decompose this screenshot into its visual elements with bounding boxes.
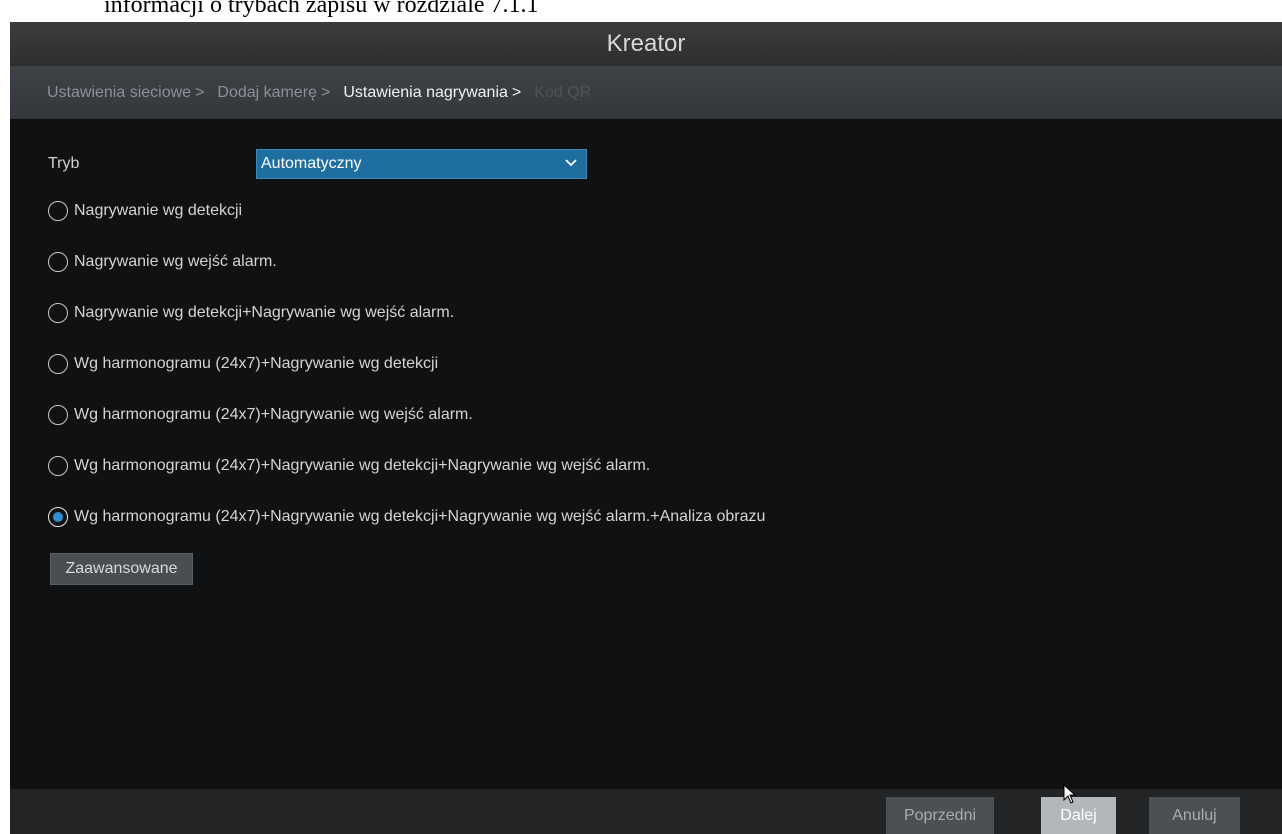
recording-option-schedule-motion-alarm[interactable]: Wg harmonogramu (24x7)+Nagrywanie wg det… xyxy=(48,454,765,478)
radio-button[interactable] xyxy=(48,354,68,374)
previous-button[interactable]: Poprzedni xyxy=(886,797,994,834)
breadcrumb-separator: > xyxy=(195,83,205,101)
recording-option-schedule-motion-alarm-analysis[interactable]: Wg harmonogramu (24x7)+Nagrywanie wg det… xyxy=(48,505,765,529)
next-button[interactable]: Dalej xyxy=(1041,797,1116,834)
recording-mode-options: Nagrywanie wg detekcji Nagrywanie wg wej… xyxy=(48,199,765,556)
cancel-button[interactable]: Anuluj xyxy=(1149,797,1240,834)
mouse-cursor-icon xyxy=(1063,784,1077,804)
recording-option-motion-alarm[interactable]: Nagrywanie wg detekcji+Nagrywanie wg wej… xyxy=(48,301,765,325)
chevron-down-icon xyxy=(565,159,577,167)
wizard-window: Kreator Ustawienia sieciowe > Dodaj kamer… xyxy=(10,22,1282,834)
wizard-content: Tryb Automatyczny Nagrywanie wg detekcji… xyxy=(10,119,1282,789)
breadcrumb-step-qr-code: Kod QR xyxy=(534,84,591,102)
mode-select[interactable]: Automatyczny xyxy=(256,149,587,179)
recording-option-label: Nagrywanie wg detekcji xyxy=(74,202,243,219)
radio-button[interactable] xyxy=(48,201,68,221)
advanced-button[interactable]: Zaawansowane xyxy=(50,553,193,585)
radio-button-selected[interactable] xyxy=(48,507,68,527)
breadcrumb-step-label: Kod QR xyxy=(534,83,592,101)
breadcrumb-separator: > xyxy=(511,83,522,101)
recording-option-motion[interactable]: Nagrywanie wg detekcji xyxy=(48,199,765,223)
recording-option-label: Wg harmonogramu (24x7)+Nagrywanie wg wej… xyxy=(74,406,473,423)
breadcrumb: Ustawienia sieciowe > Dodaj kamerę > Ustaw… xyxy=(10,66,1282,119)
breadcrumb-step-label: Dodaj kamerę xyxy=(217,83,318,101)
recording-option-schedule-motion[interactable]: Wg harmonogramu (24x7)+Nagrywanie wg det… xyxy=(48,352,765,376)
recording-option-label: Wg harmonogramu (24x7)+Nagrywanie wg det… xyxy=(74,457,651,474)
radio-button[interactable] xyxy=(48,303,68,323)
window-titlebar: Kreator xyxy=(10,22,1282,66)
recording-option-schedule-alarm[interactable]: Wg harmonogramu (24x7)+Nagrywanie wg wej… xyxy=(48,403,765,427)
breadcrumb-step-recording[interactable]: Ustawienia nagrywania > xyxy=(343,84,521,102)
breadcrumb-step-add-camera[interactable]: Dodaj kamerę > xyxy=(217,84,330,102)
mode-select-value: Automatyczny xyxy=(261,155,362,172)
wizard-footer: Poprzedni Dalej Anuluj xyxy=(10,789,1282,834)
breadcrumb-step-label: Ustawienia sieciowe xyxy=(47,83,192,101)
window-title: Kreator xyxy=(606,30,686,57)
recording-option-label: Nagrywanie wg detekcji+Nagrywanie wg wej… xyxy=(74,304,455,321)
document-caption: informacji o trybach zapisu w rozdziale … xyxy=(104,0,539,18)
recording-option-alarm[interactable]: Nagrywanie wg wejść alarm. xyxy=(48,250,765,274)
breadcrumb-step-network[interactable]: Ustawienia sieciowe > xyxy=(47,84,204,102)
recording-option-label: Wg harmonogramu (24x7)+Nagrywanie wg det… xyxy=(74,355,439,372)
mode-row: Tryb Automatyczny xyxy=(48,149,608,181)
recording-option-label: Nagrywanie wg wejść alarm. xyxy=(74,253,277,270)
recording-option-label: Wg harmonogramu (24x7)+Nagrywanie wg det… xyxy=(74,508,766,525)
radio-button[interactable] xyxy=(48,405,68,425)
mode-label: Tryb xyxy=(48,155,80,172)
radio-button[interactable] xyxy=(48,456,68,476)
breadcrumb-step-label: Ustawienia nagrywania xyxy=(343,83,508,101)
breadcrumb-separator: > xyxy=(321,83,331,101)
radio-button[interactable] xyxy=(48,252,68,272)
